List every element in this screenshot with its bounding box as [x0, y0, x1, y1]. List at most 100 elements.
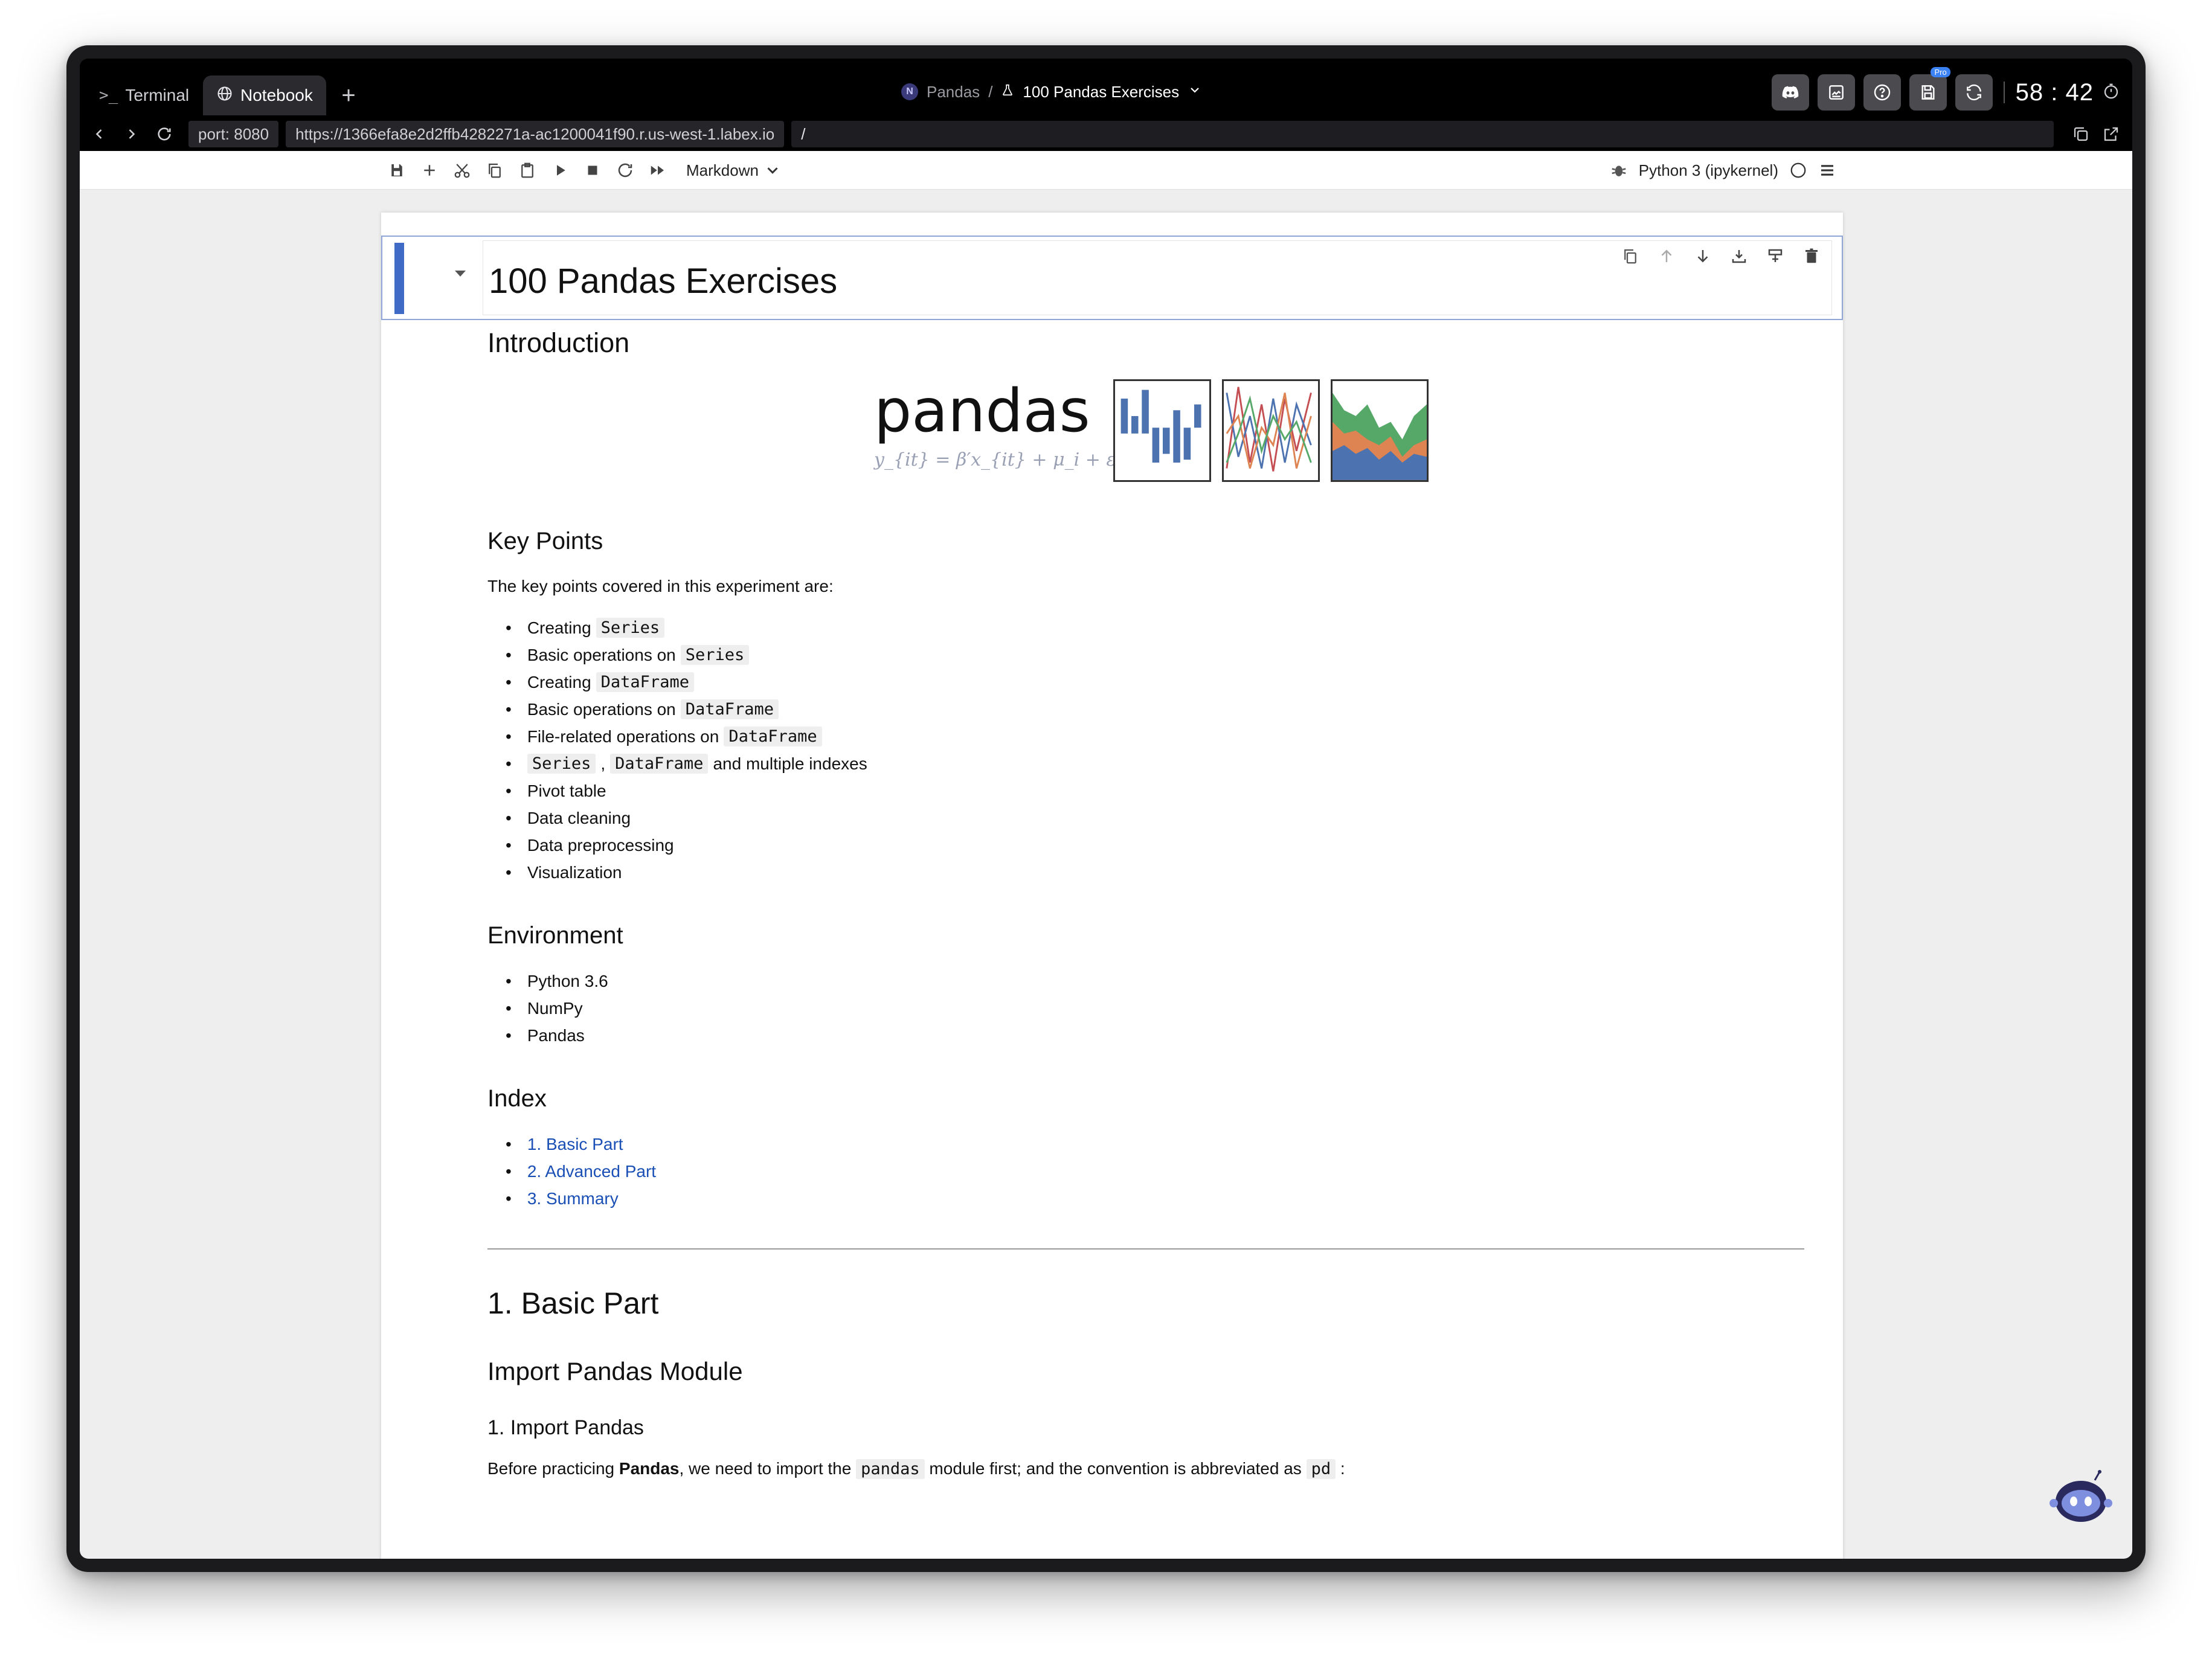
port-field[interactable]: port: 8080: [188, 121, 279, 147]
help-icon: [1874, 84, 1890, 101]
copy-cell-icon[interactable]: [486, 161, 504, 179]
heading-import-pandas-module: Import Pandas Module: [487, 1357, 743, 1385]
browser-window: >_ Terminal Notebook + N Pandas / 100 Pa…: [80, 59, 2132, 1559]
discord-button[interactable]: [1771, 74, 1809, 111]
pandas-banner: pandas y_{it} = β′x_{it} + μ_i + ε_{it}: [487, 377, 1810, 528]
insert-below-icon[interactable]: [1766, 247, 1784, 265]
environment-list: Python 3.6 NumPy Pandas: [506, 967, 1810, 1049]
heading-introduction: Introduction: [487, 327, 630, 358]
index-link-advanced[interactable]: 2. Advanced Part: [527, 1162, 656, 1181]
list-item: Visualization: [506, 859, 1810, 886]
top-right-tools: Pro 58 : 42: [1771, 67, 2132, 112]
kernel-status: Python 3 (ipykernel): [1610, 151, 1836, 190]
refresh-button[interactable]: [1955, 74, 1993, 111]
reload-button[interactable]: [151, 121, 178, 147]
kernel-idle-icon: [1790, 162, 1806, 178]
heading-key-points: Key Points: [487, 528, 603, 554]
import-paragraph: Before practicing Pandas, we need to imp…: [487, 1459, 1345, 1479]
course-logo-icon: N: [901, 83, 918, 100]
save-button[interactable]: Pro: [1909, 67, 1950, 111]
menu-icon[interactable]: [1818, 161, 1836, 179]
save-notebook-icon[interactable]: [388, 161, 406, 179]
list-item: NumPy: [506, 995, 1810, 1022]
collapse-icon[interactable]: [455, 271, 466, 277]
help-button[interactable]: [1863, 74, 1901, 111]
stopwatch-icon: [2102, 82, 2120, 103]
list-item: Basic operations onDataFrame: [506, 696, 1810, 723]
notebook-actions: Markdown: [388, 151, 782, 190]
index-link-summary[interactable]: 3. Summary: [527, 1189, 619, 1208]
key-points-list: CreatingSeries Basic operations onSeries…: [506, 614, 1810, 886]
stop-icon[interactable]: [584, 161, 602, 179]
cell-type-select[interactable]: Markdown: [686, 161, 782, 180]
list-item: CreatingDataFrame: [506, 669, 1810, 696]
insert-above-icon[interactable]: [1730, 247, 1748, 265]
refresh-icon: [1966, 84, 1981, 101]
delete-cell-icon[interactable]: [1802, 247, 1821, 265]
list-item: CreatingSeries: [506, 614, 1810, 641]
restart-icon[interactable]: [616, 161, 634, 179]
path-input[interactable]: /: [791, 121, 2054, 147]
heading-basic-part: 1. Basic Part: [487, 1286, 659, 1320]
address-bar: port: 8080 https://1366efa8e2d2ffb428227…: [80, 117, 2132, 151]
device-frame: >_ Terminal Notebook + N Pandas / 100 Pa…: [66, 45, 2146, 1572]
pro-badge: Pro: [1931, 67, 1950, 77]
tab-notebook[interactable]: Notebook: [203, 75, 326, 115]
add-cell-icon[interactable]: [420, 161, 439, 179]
area-chart-thumbnail: [1331, 379, 1429, 482]
tab-label: Terminal: [125, 86, 190, 104]
line-chart-thumbnail: [1222, 379, 1320, 482]
chevron-left-icon: [95, 129, 102, 139]
breadcrumb-lab[interactable]: 100 Pandas Exercises: [1023, 83, 1179, 101]
list-item: Python 3.6: [506, 967, 1810, 995]
copy-icon[interactable]: [2072, 125, 2090, 143]
save-icon: [1921, 85, 1935, 100]
cut-icon[interactable]: [453, 161, 471, 179]
external-link-icon[interactable]: [2102, 125, 2120, 143]
list-item: 2. Advanced Part: [506, 1158, 1810, 1185]
flask-icon: [1001, 82, 1014, 102]
kernel-name[interactable]: Python 3 (ipykernel): [1639, 161, 1778, 180]
reload-icon: [158, 127, 171, 141]
new-tab-button[interactable]: +: [333, 80, 364, 111]
cell-toolbar: [1621, 247, 1821, 265]
list-item: Basic operations onSeries: [506, 641, 1810, 669]
back-button[interactable]: [86, 121, 112, 147]
list-item: Series,DataFrameand multiple indexes: [506, 750, 1810, 777]
tab-terminal[interactable]: >_ Terminal: [86, 75, 202, 115]
chevron-right-icon: [129, 129, 135, 139]
heading-environment: Environment: [487, 922, 623, 949]
list-item: File-related operations onDataFrame: [506, 723, 1810, 750]
session-timer: 58 : 42: [2015, 79, 2094, 106]
notebook-title: 100 Pandas Exercises: [489, 261, 838, 301]
chevron-down-icon[interactable]: [1188, 83, 1202, 101]
notebook-toolbar: Markdown Python 3 (ipykernel): [80, 151, 2132, 190]
url-field[interactable]: https://1366efa8e2d2ffb4282271a-ac120004…: [286, 121, 785, 147]
ai-assistant-icon[interactable]: [2048, 1468, 2114, 1529]
heading-import-pandas: 1. Import Pandas: [487, 1416, 644, 1439]
tab-label: Notebook: [240, 86, 313, 104]
breadcrumb-course[interactable]: Pandas: [927, 83, 980, 101]
bug-icon[interactable]: [1610, 161, 1628, 179]
index-link-basic[interactable]: 1. Basic Part: [527, 1135, 623, 1154]
move-up-icon[interactable]: [1657, 247, 1676, 265]
fast-forward-icon[interactable]: [649, 161, 667, 179]
notebook-area[interactable]: 100 Pandas Exercises Introduction pandas…: [80, 190, 2132, 1559]
forward-button[interactable]: [118, 121, 145, 147]
list-item: 1. Basic Part: [506, 1131, 1810, 1158]
heading-index: Index: [487, 1085, 547, 1112]
selected-markdown-cell[interactable]: 100 Pandas Exercises: [381, 236, 1843, 320]
horizontal-rule: [487, 1248, 1804, 1250]
duplicate-cell-icon[interactable]: [1621, 247, 1639, 265]
run-icon[interactable]: [551, 161, 569, 179]
breadcrumb-separator: /: [988, 82, 993, 101]
list-item: Pivot table: [506, 777, 1810, 804]
cell-selection-bar: [394, 243, 404, 314]
cell-type-value: Markdown: [686, 161, 759, 179]
list-item: 3. Summary: [506, 1185, 1810, 1212]
move-down-icon[interactable]: [1694, 247, 1712, 265]
terminal-icon: >_: [99, 86, 118, 104]
desktop-button[interactable]: [1817, 74, 1855, 111]
chevron-down-icon: [767, 167, 778, 174]
paste-icon[interactable]: [518, 161, 536, 179]
